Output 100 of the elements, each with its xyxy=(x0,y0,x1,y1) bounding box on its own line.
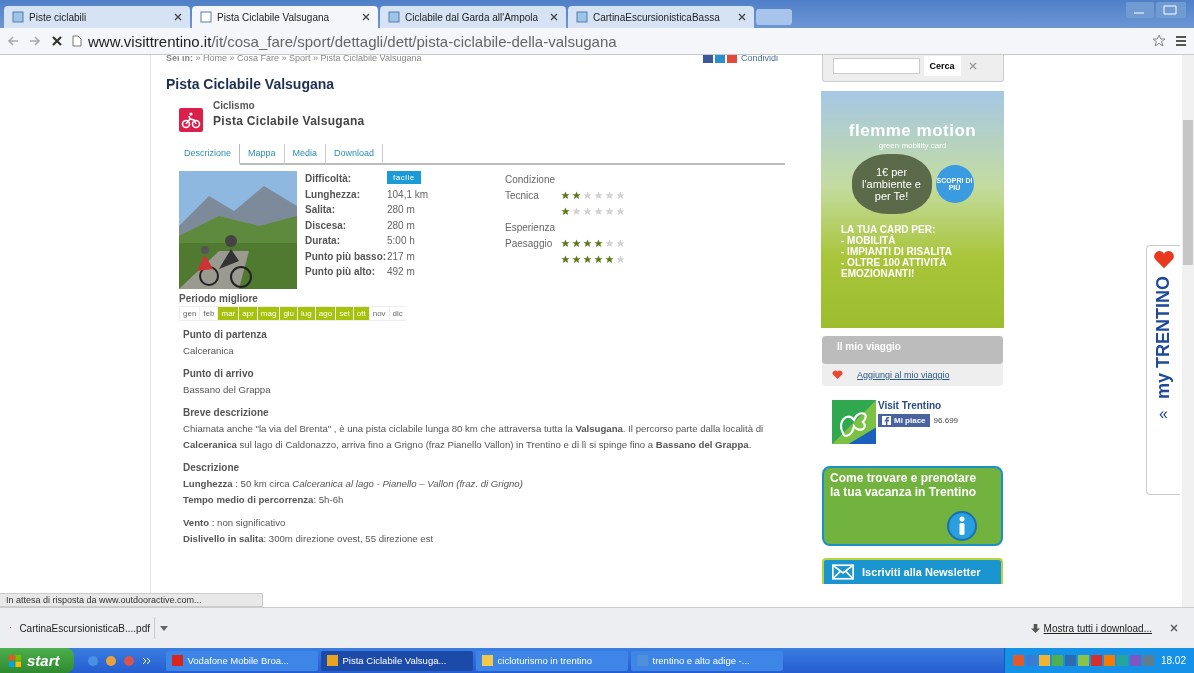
month-cell: nov xyxy=(368,306,389,321)
page-name[interactable]: Visit Trentino xyxy=(878,400,959,411)
windows-flag-icon xyxy=(8,653,22,668)
quick-launch-icon[interactable] xyxy=(86,654,99,667)
like-count: 96.699 xyxy=(933,416,959,425)
download-item[interactable]: CartinaEscursionisticaB....pdf xyxy=(10,616,150,640)
browser-tab[interactable]: CartinaEscursionisticaBassa xyxy=(568,6,754,28)
close-icon[interactable] xyxy=(362,13,370,21)
add-to-trip-link[interactable]: Aggiungi al mio viaggio xyxy=(857,370,950,380)
detail-label: Salita: xyxy=(305,203,336,217)
search-button[interactable]: Cerca xyxy=(923,55,961,76)
my-trentino-label: my TRENTINO xyxy=(1153,276,1174,399)
ad-text: - OLTRE 100 ATTIVITÀ xyxy=(841,257,947,268)
page-icon xyxy=(12,11,24,23)
scrollbar[interactable] xyxy=(1182,55,1194,607)
detail-value: 492 m xyxy=(387,265,415,279)
difficulty-badge: facile xyxy=(387,171,421,184)
taskbar-button[interactable]: Vodafone Mobile Broa... xyxy=(165,650,318,671)
month-cell: dic xyxy=(388,306,406,321)
section-text: Bassano del Grappa xyxy=(183,383,272,397)
month-cell: lug xyxy=(297,306,315,321)
tray-icon[interactable] xyxy=(1038,655,1050,666)
detail-label: Lunghezza: xyxy=(305,187,361,202)
info-icon xyxy=(947,511,977,541)
close-icon[interactable] xyxy=(738,13,746,21)
month-cell: mar xyxy=(217,306,239,321)
browser-tab[interactable]: Piste ciclabili xyxy=(4,6,190,28)
quick-launch-icon[interactable] xyxy=(122,654,135,667)
tray-icon[interactable] xyxy=(1116,655,1128,666)
tray-icon[interactable] xyxy=(1103,655,1115,666)
page-icon xyxy=(72,35,82,47)
expand-arrow: « xyxy=(1159,405,1168,423)
detail-value: 5:00 h xyxy=(387,234,415,248)
page-icon xyxy=(200,11,212,23)
booking-text: Come trovare e prenotare la tua vacanza in Trentino xyxy=(830,471,978,499)
detail-label: Punto più basso: xyxy=(305,249,387,264)
search-field[interactable] xyxy=(832,57,920,74)
share-link[interactable]: Condividi xyxy=(740,55,778,63)
month-cell: set xyxy=(335,306,353,321)
page-icon xyxy=(388,11,400,23)
butterfly-logo-icon xyxy=(832,400,876,444)
taskbar-button[interactable]: Pista Ciclabile Valsuga... xyxy=(320,650,473,671)
section-text: Calceranica xyxy=(183,344,235,358)
month-cell: ago xyxy=(314,306,336,321)
tray-icon[interactable] xyxy=(1077,655,1089,666)
content-tab[interactable]: Mappa xyxy=(240,144,285,165)
heart-icon xyxy=(1152,250,1175,270)
start-button[interactable]: start xyxy=(0,648,74,673)
clock: 18.02 xyxy=(1160,655,1186,666)
ad-slogan: 1€ per l'ambiente e per Te! xyxy=(851,154,932,214)
ad-text: - IMPIANTI DI RISALITA xyxy=(841,246,952,257)
ad-text: LA TUA CARD PER: xyxy=(841,224,936,235)
new-tab-button[interactable] xyxy=(756,9,792,25)
like-button[interactable]: Mi piace xyxy=(878,414,930,427)
detail-value: 280 m xyxy=(387,203,415,217)
detail-value: 217 m xyxy=(387,249,415,264)
section-text: Chiamata anche "la via del Brenta" , è una pista ciclabile lunga 80 km che attraversa tutta la Valsugana. Il percorso parte dalla località di Calceranica sul lago di Caldonazzo, arriva fino a Grigno (fraz Pianello Vallon) in Trentino e di lì si spinge fino a Bassano del Grappa. xyxy=(183,422,765,452)
forward-icon[interactable] xyxy=(28,34,42,48)
browser-tab[interactable]: Ciclabile dal Garda all'Ampola xyxy=(380,6,566,28)
newsletter-banner[interactable]: Iscriviti alla Newsletter xyxy=(822,558,1003,584)
taskbar-button[interactable]: trentino e alto adige -... xyxy=(630,650,783,671)
trip-heading: Il mio viaggio xyxy=(822,336,1003,364)
envelope-icon xyxy=(832,564,854,580)
stop-icon[interactable] xyxy=(50,34,64,48)
browser-tab[interactable]: Pista Ciclabile Valsugana xyxy=(192,6,378,28)
detail-label: Difficoltà: xyxy=(305,172,353,186)
detail-label: Durata: xyxy=(305,234,341,248)
tray-icon[interactable] xyxy=(1129,655,1141,666)
taskbar-button[interactable]: cicloturismo in trentino xyxy=(475,650,628,671)
content-tab[interactable]: Media xyxy=(284,144,327,165)
rating-label: Paesaggio xyxy=(505,237,554,249)
ad-tagline: green mobility card xyxy=(878,141,947,150)
tray-icon[interactable] xyxy=(1025,655,1037,666)
menu-icon[interactable] xyxy=(1174,34,1188,48)
close-icon[interactable] xyxy=(1170,624,1178,632)
heart-icon xyxy=(832,370,843,380)
breadcrumb: Sei in: » Home » Cosa Fare » Sport » Pista Ciclabile Valsugana xyxy=(166,55,422,63)
close-icon[interactable] xyxy=(550,13,558,21)
section-text: Lunghezza : 50 km circa Calceranica al lago - Pianello – Vallon (fraz. di Grigno) xyxy=(183,477,524,491)
section-text: Dislivello in salita: 300m direzione ovest, 55 direzione est xyxy=(183,532,435,546)
ad-brand: flemme motion xyxy=(848,121,977,141)
my-trentino-tab[interactable]: my TRENTINO « xyxy=(1146,245,1180,495)
route-name: Pista Ciclabile Valsugana xyxy=(213,114,365,128)
quick-launch-icon[interactable] xyxy=(104,654,117,667)
tray-icon[interactable] xyxy=(1142,655,1154,666)
detail-label: Punto più alto: xyxy=(305,265,376,279)
back-icon[interactable] xyxy=(6,34,20,48)
close-icon[interactable] xyxy=(174,13,182,21)
content-tab[interactable]: Download xyxy=(326,144,384,165)
tray-icon[interactable] xyxy=(1012,655,1024,666)
month-cell: mag xyxy=(256,306,280,321)
tray-icon[interactable] xyxy=(1051,655,1063,666)
tray-icon[interactable] xyxy=(1064,655,1076,666)
show-all-downloads-link[interactable]: Mostra tutti i download... xyxy=(1043,622,1152,634)
window-controls[interactable] xyxy=(1126,2,1186,18)
section-heading: Punto di arrivo xyxy=(183,367,255,381)
section-heading: Breve descrizione xyxy=(183,406,270,420)
bookmark-star-icon[interactable] xyxy=(1152,34,1166,48)
tray-icon[interactable] xyxy=(1090,655,1102,666)
ad-text: - MOBILITÀ xyxy=(841,235,896,246)
